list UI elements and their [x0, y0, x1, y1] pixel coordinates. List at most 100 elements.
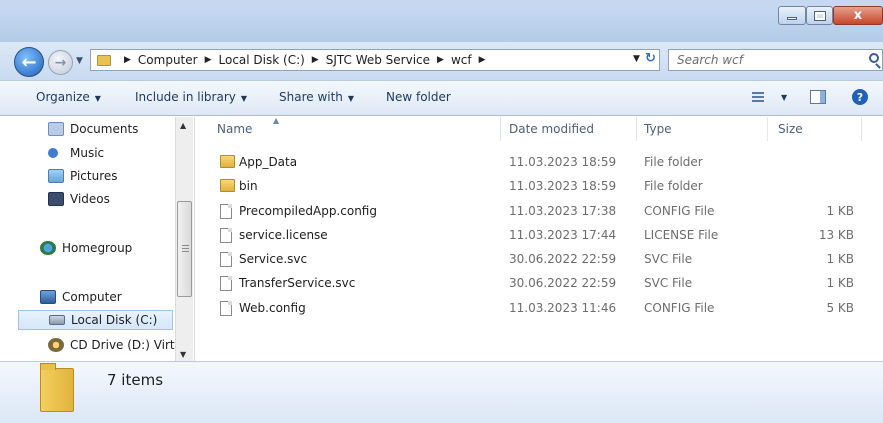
- file-icon: [220, 204, 232, 219]
- forward-button[interactable]: →: [48, 50, 73, 75]
- chevron-down-icon: ▼: [347, 94, 355, 103]
- file-name: service.license: [239, 228, 328, 242]
- organize-button[interactable]: Organize ▼: [36, 90, 101, 104]
- address-dropdown-icon[interactable]: ▼: [633, 54, 640, 64]
- file-row-bin[interactable]: bin 11.03.2023 18:59 File folder: [196, 175, 883, 199]
- title-bar: [0, 0, 883, 42]
- close-button[interactable]: x: [833, 6, 883, 25]
- computer-icon: [40, 290, 56, 304]
- column-header-name[interactable]: Name: [217, 122, 252, 136]
- column-header-type[interactable]: Type: [644, 122, 672, 136]
- maximize-button[interactable]: [806, 6, 833, 25]
- file-date: 11.03.2023 18:59: [509, 179, 617, 193]
- videos-icon: [48, 192, 64, 206]
- nav-item-cd-drive[interactable]: CD Drive (D:) Virtu: [48, 335, 182, 355]
- column-divider[interactable]: [767, 117, 768, 141]
- column-header-date-modified[interactable]: Date modified: [509, 122, 594, 136]
- file-icon: [220, 228, 232, 243]
- nav-item-homegroup[interactable]: Homegroup: [40, 238, 132, 258]
- view-options-icon[interactable]: [752, 92, 764, 103]
- file-name: Web.config: [239, 301, 306, 315]
- back-button[interactable]: ←: [14, 47, 44, 77]
- nav-item-documents[interactable]: Documents: [48, 119, 138, 139]
- pictures-icon: [48, 169, 64, 183]
- include-in-library-button[interactable]: Include in library ▼: [135, 90, 247, 104]
- column-header-size[interactable]: Size: [778, 122, 803, 136]
- file-icon: [220, 252, 232, 267]
- chevron-right-icon[interactable]: ▶: [312, 55, 319, 65]
- chevron-down-icon: ▼: [94, 94, 101, 103]
- address-bar[interactable]: ▶ Computer ▶ Local Disk (C:) ▶ SJTC Web …: [90, 49, 660, 71]
- chevron-right-icon[interactable]: ▶: [124, 55, 131, 65]
- file-name: TransferService.svc: [239, 276, 356, 290]
- chevron-right-icon[interactable]: ▶: [205, 55, 212, 65]
- file-row-service-svc[interactable]: Service.svc 30.06.2022 22:59 SVC File 1 …: [196, 248, 883, 272]
- disk-icon: [49, 315, 65, 325]
- file-row-transferservice-svc[interactable]: TransferService.svc 30.06.2022 22:59 SVC…: [196, 272, 883, 296]
- file-date: 11.03.2023 17:38: [509, 204, 617, 218]
- chevron-right-icon[interactable]: ▶: [479, 55, 486, 65]
- file-type: CONFIG File: [644, 204, 715, 218]
- scroll-down-icon[interactable]: ▼: [180, 350, 186, 359]
- recent-pages-dropdown-icon[interactable]: ▼: [76, 56, 83, 66]
- include-in-library-label: Include in library: [135, 90, 236, 104]
- nav-item-music[interactable]: Music: [48, 143, 104, 163]
- breadcrumb-sjtc-web-service[interactable]: SJTC Web Service: [326, 53, 430, 67]
- minimize-button[interactable]: [778, 6, 806, 25]
- search-placeholder: Search wcf: [677, 53, 743, 67]
- maximize-icon: [813, 10, 826, 21]
- chevron-down-icon: ▼: [240, 94, 248, 103]
- file-icon: [220, 301, 232, 316]
- scrollbar-thumb[interactable]: [177, 201, 192, 297]
- nav-scrollbar[interactable]: ▲ ▼: [175, 117, 193, 361]
- share-with-label: Share with: [279, 90, 343, 104]
- back-arrow-icon: ←: [21, 51, 37, 73]
- column-divider[interactable]: [636, 117, 637, 141]
- file-date: 11.03.2023 17:44: [509, 228, 617, 242]
- column-divider[interactable]: [861, 117, 862, 141]
- file-row-service-license[interactable]: service.license 11.03.2023 17:44 LICENSE…: [196, 224, 883, 248]
- nav-item-videos[interactable]: Videos: [48, 189, 110, 209]
- file-size: 1 KB: [826, 204, 854, 218]
- sort-ascending-icon: ▲: [273, 116, 280, 125]
- file-name: PrecompiledApp.config: [239, 204, 377, 218]
- breadcrumb-wcf[interactable]: wcf: [451, 53, 472, 67]
- refresh-icon[interactable]: ↻: [645, 51, 656, 66]
- nav-item-computer[interactable]: Computer: [40, 287, 122, 307]
- chevron-right-icon[interactable]: ▶: [437, 55, 444, 65]
- help-icon[interactable]: ?: [852, 89, 868, 105]
- nav-item-local-disk[interactable]: Local Disk (C:): [18, 310, 173, 330]
- nav-item-label: Homegroup: [62, 241, 133, 255]
- share-with-button[interactable]: Share with ▼: [279, 90, 354, 104]
- music-icon: [48, 148, 58, 158]
- scroll-up-icon[interactable]: ▲: [180, 121, 186, 130]
- file-name: Service.svc: [239, 252, 308, 266]
- nav-item-label: Pictures: [70, 169, 118, 183]
- folder-icon: [220, 179, 235, 192]
- preview-pane-icon[interactable]: [810, 90, 826, 104]
- file-icon: [220, 276, 232, 291]
- breadcrumb: ▶ Computer ▶ Local Disk (C:) ▶ SJTC Web …: [117, 53, 493, 67]
- file-type: File folder: [644, 179, 703, 193]
- search-input[interactable]: Search wcf: [668, 49, 883, 71]
- file-row-app-data[interactable]: App_Data 11.03.2023 18:59 File folder: [196, 151, 883, 175]
- chevron-down-icon[interactable]: ▼: [781, 93, 787, 102]
- column-divider[interactable]: [500, 117, 501, 141]
- nav-item-label: Videos: [70, 192, 110, 206]
- file-name: bin: [239, 179, 258, 193]
- file-date: 30.06.2022 22:59: [509, 276, 617, 290]
- breadcrumb-computer[interactable]: Computer: [138, 53, 198, 67]
- file-name: App_Data: [239, 155, 298, 169]
- nav-item-pictures[interactable]: Pictures: [48, 166, 118, 186]
- file-date: 11.03.2023 18:59: [509, 155, 617, 169]
- new-folder-button[interactable]: New folder: [386, 90, 451, 104]
- new-folder-label: New folder: [386, 90, 451, 104]
- title-bar-strip: [0, 0, 883, 8]
- search-icon[interactable]: [869, 53, 879, 63]
- file-row-web-config[interactable]: Web.config 11.03.2023 11:46 CONFIG File …: [196, 297, 883, 321]
- file-row-precompiledapp-config[interactable]: PrecompiledApp.config 11.03.2023 17:38 C…: [196, 200, 883, 224]
- file-size: 1 KB: [826, 276, 854, 290]
- cd-drive-icon: [48, 338, 64, 352]
- breadcrumb-local-disk[interactable]: Local Disk (C:): [219, 53, 305, 67]
- nav-item-label: Computer: [62, 290, 122, 304]
